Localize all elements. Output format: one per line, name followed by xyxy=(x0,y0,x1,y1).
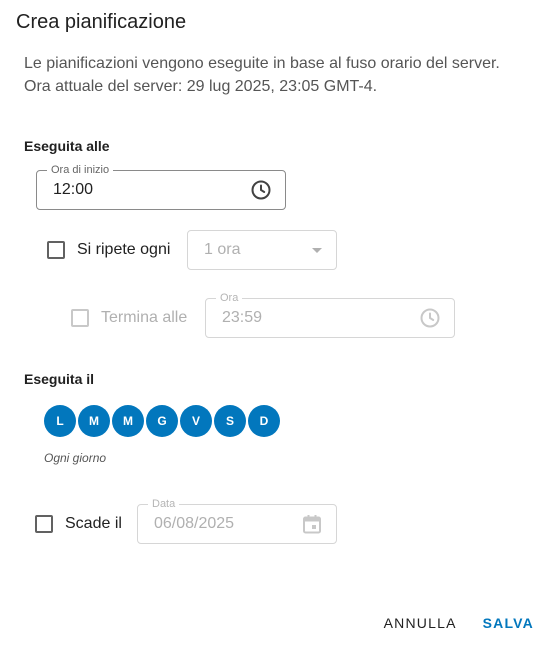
repeat-interval-select[interactable]: 1 ora xyxy=(187,230,337,270)
expires-label: Scade il xyxy=(65,515,122,532)
server-time-note: Ora attuale del server: 29 lug 2025, 23:… xyxy=(24,78,378,95)
repeat-label: Si ripete ogni xyxy=(77,241,171,258)
day-toggle-wednesday[interactable]: M xyxy=(112,405,144,437)
clock-icon[interactable] xyxy=(249,178,273,202)
day-toggle-tuesday[interactable]: M xyxy=(78,405,110,437)
end-label: Termina alle xyxy=(101,309,188,326)
runs-on-section-label: Eseguita il xyxy=(24,371,95,387)
timezone-note: Le pianificazioni vengono eseguite in ba… xyxy=(24,55,500,72)
dialog-title: Crea pianificazione xyxy=(16,11,187,33)
cancel-button[interactable]: ANNULLA xyxy=(384,615,457,631)
start-time-value: 12:00 xyxy=(53,181,94,198)
expiry-date-field[interactable]: Data 06/08/2025 xyxy=(137,497,337,544)
end-time-field[interactable]: Ora 23:59 xyxy=(205,291,455,338)
days-caption: Ogni giorno xyxy=(44,451,107,465)
dialog-description: Le pianificazioni vengono eseguite in ba… xyxy=(24,52,524,98)
create-schedule-dialog: Crea pianificazione Le pianificazioni ve… xyxy=(0,0,550,650)
end-row: Termina alle xyxy=(71,309,187,327)
day-toggle-monday[interactable]: L xyxy=(44,405,76,437)
start-time-field[interactable]: Ora di inizio 12:00 xyxy=(36,163,286,210)
dialog-actions: ANNULLA SALVA xyxy=(358,615,534,631)
clock-icon[interactable] xyxy=(418,306,442,330)
repeat-checkbox[interactable] xyxy=(47,241,65,259)
save-button[interactable]: SALVA xyxy=(483,615,534,631)
end-checkbox[interactable] xyxy=(71,309,89,327)
day-toggle-sunday[interactable]: D xyxy=(248,405,280,437)
repeat-interval-value: 1 ora xyxy=(204,241,241,258)
chevron-down-icon xyxy=(312,248,322,253)
calendar-icon[interactable] xyxy=(300,512,324,536)
expiry-date-value: 06/08/2025 xyxy=(154,515,235,532)
expires-checkbox[interactable] xyxy=(35,515,53,533)
runs-at-section-label: Eseguita alle xyxy=(24,138,110,154)
expires-row: Scade il xyxy=(35,515,122,533)
day-toggle-friday[interactable]: V xyxy=(180,405,212,437)
weekday-selector: L M M G V S D xyxy=(44,405,282,437)
end-time-value: 23:59 xyxy=(222,309,263,326)
repeat-row: Si ripete ogni xyxy=(47,241,170,259)
day-toggle-thursday[interactable]: G xyxy=(146,405,178,437)
day-toggle-saturday[interactable]: S xyxy=(214,405,246,437)
